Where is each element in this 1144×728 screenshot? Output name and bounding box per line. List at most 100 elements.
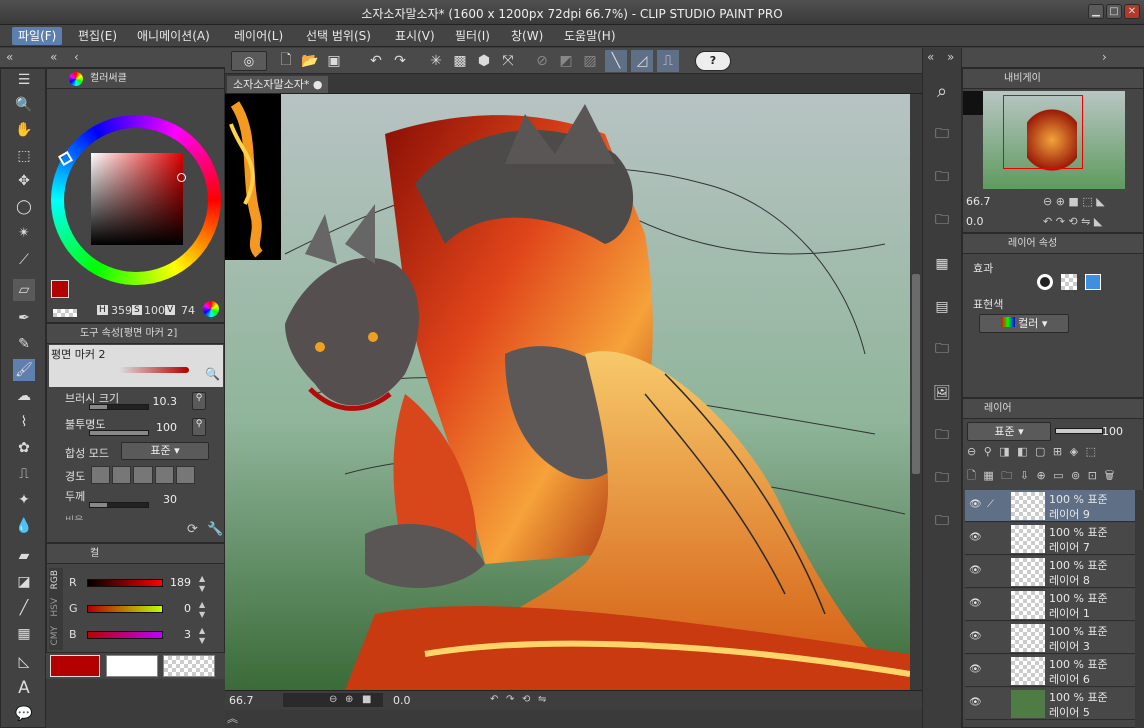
- menu-layer[interactable]: 레이어(L): [228, 27, 289, 45]
- save-icon[interactable]: ▣: [323, 50, 345, 72]
- move-layer-tool-icon[interactable]: ✥: [13, 170, 35, 192]
- transparent-color-indicator[interactable]: [163, 655, 215, 677]
- canvas-tab[interactable]: 소자소자말소자* ●: [227, 76, 329, 93]
- material-folder-icon-10[interactable]: 🗀: [931, 511, 953, 533]
- color-slider-tab[interactable]: 컬: [87, 546, 102, 562]
- layer-row[interactable]: 👁 ⟋ 100 % 표준 레이어 9: [965, 490, 1135, 522]
- brush-tool-icon[interactable]: ⌇: [13, 411, 35, 433]
- material-folder-icon-6[interactable]: 🗀: [931, 339, 953, 361]
- scale-icon[interactable]: ⤧: [497, 50, 519, 72]
- tab-close-icon[interactable]: ●: [313, 78, 323, 91]
- layer-row[interactable]: 👁 100 % 표준 레이어 1: [965, 589, 1135, 621]
- r-slider[interactable]: [87, 579, 163, 587]
- magic-wand-tool-icon[interactable]: ✴: [13, 222, 35, 244]
- frame-tool-icon[interactable]: ▦: [13, 623, 35, 645]
- redo-icon[interactable]: ↷: [389, 50, 411, 72]
- material-folder-icon-9[interactable]: 🗀: [931, 468, 953, 490]
- r-value[interactable]: 189: [165, 576, 191, 589]
- opacity-slider[interactable]: [89, 430, 149, 436]
- opacity-pressure-button[interactable]: ⚲: [192, 418, 206, 436]
- sparkle-tool-icon[interactable]: ✦: [13, 489, 35, 511]
- r-stepper[interactable]: ▲ ▼: [199, 574, 205, 594]
- clear-icon[interactable]: ✳: [425, 50, 447, 72]
- visibility-eye-icon[interactable]: 👁: [969, 598, 982, 609]
- blend-mode-select[interactable]: 표준 ▾: [121, 442, 209, 460]
- tone-effect-icon[interactable]: [1061, 274, 1077, 290]
- layer-row[interactable]: 👁 100 % 표준 레이어 3: [965, 622, 1135, 654]
- menu-animation[interactable]: 애니메이션(A): [131, 27, 216, 45]
- ruler-tool-icon[interactable]: ◺: [13, 651, 35, 673]
- layer-toolbar-row-2[interactable]: 🗋 ▦ 🗀 ⇩ ⊕ ▭ ⊚ ⊡ 🗑: [967, 467, 1143, 483]
- expression-color-select[interactable]: 컬러 ▾: [979, 314, 1069, 333]
- decoration-tool-icon[interactable]: ✿: [13, 437, 35, 459]
- menu-edit[interactable]: 편집(E): [72, 27, 123, 45]
- navigator-preview[interactable]: [983, 91, 1125, 189]
- stamp-tool-icon[interactable]: ⎍: [13, 463, 35, 485]
- minimize-button[interactable]: ▁: [1088, 4, 1104, 19]
- search-material-icon[interactable]: ⌕: [931, 80, 953, 102]
- visibility-eye-icon[interactable]: 👁: [969, 664, 982, 675]
- marker-tool-icon[interactable]: 🖌: [13, 359, 35, 381]
- color-wheel-tab[interactable]: 컬러써클: [87, 71, 130, 87]
- undo-icon[interactable]: ↶: [365, 50, 387, 72]
- hand-tool-icon[interactable]: ✋: [13, 119, 35, 141]
- gradient-tool-icon[interactable]: ◪: [13, 571, 35, 593]
- blend-tool-icon[interactable]: 💧: [13, 515, 35, 537]
- layer-list-scrollbar[interactable]: [1135, 490, 1144, 728]
- canvas-vscroll[interactable]: [910, 94, 922, 690]
- collapse-right-icon[interactable]: «: [927, 50, 934, 64]
- collapse-left-icon[interactable]: «: [6, 50, 13, 64]
- zoom-in-icon[interactable]: ⊕: [345, 694, 353, 705]
- lasso-tool-icon[interactable]: ◯: [13, 196, 35, 218]
- zoom-out-icon[interactable]: ⊖: [329, 694, 337, 705]
- tool-property-tab[interactable]: 도구 속성[평면 마커 2]: [77, 326, 180, 342]
- layer-opacity-slider[interactable]: [1055, 428, 1103, 434]
- material-folder-icon-1[interactable]: 🗀: [931, 124, 953, 146]
- hsv-mode-tab[interactable]: HSV: [50, 598, 60, 617]
- menu-filter[interactable]: 필터(I): [449, 27, 496, 45]
- menu-help[interactable]: 도움말(H): [558, 27, 622, 45]
- material-folder-icon-3[interactable]: 🗀: [931, 210, 953, 232]
- opacity-value[interactable]: 100: [147, 421, 177, 434]
- balloon-tool-icon[interactable]: 💬: [13, 703, 35, 725]
- b-stepper[interactable]: ▲ ▼: [199, 626, 205, 646]
- menu-selection[interactable]: 선택 범위(S): [300, 27, 377, 45]
- right-arrow-icon[interactable]: ›: [1102, 50, 1107, 64]
- menu-file[interactable]: 파일(F): [12, 27, 63, 45]
- expand-right-icon[interactable]: »: [947, 50, 954, 64]
- transparent-swatch[interactable]: [53, 309, 77, 317]
- selection-icon[interactable]: ▨: [579, 50, 601, 72]
- material-folder-icon-7[interactable]: 🖼: [931, 382, 953, 404]
- layer-opacity-value[interactable]: 100: [1101, 425, 1123, 438]
- brush-size-slider[interactable]: [89, 404, 149, 410]
- menu-view[interactable]: 표시(V): [389, 27, 441, 45]
- clip-studio-icon[interactable]: ◎: [231, 51, 267, 71]
- fill-icon[interactable]: ▩: [449, 50, 471, 72]
- navigator-angle-value[interactable]: 0.0: [966, 215, 984, 228]
- snap-ruler-icon[interactable]: ╲: [605, 50, 627, 72]
- visibility-eye-icon[interactable]: 👁: [969, 697, 982, 708]
- text-tool-icon[interactable]: A: [13, 677, 35, 699]
- b-value[interactable]: 3: [165, 628, 191, 641]
- visibility-eye-icon[interactable]: 👁: [969, 532, 982, 543]
- deselect-icon[interactable]: ⊘: [531, 50, 553, 72]
- navigator-viewport-frame[interactable]: [1003, 95, 1083, 169]
- close-button[interactable]: ✕: [1124, 4, 1140, 19]
- layer-blend-select[interactable]: 표준 ▾: [967, 422, 1051, 441]
- cmy-mode-tab[interactable]: CMY: [50, 626, 60, 646]
- sv-picker-handle[interactable]: [177, 173, 186, 182]
- brush-size-pressure-button[interactable]: ⚲: [192, 392, 206, 410]
- new-file-icon[interactable]: 🗋: [275, 50, 297, 72]
- tool-menu-icon[interactable]: ☰: [13, 69, 35, 91]
- navigator-zoom-value[interactable]: 66.7: [966, 195, 991, 208]
- navigator-zoom-buttons[interactable]: ⊖ ⊕ ■ ⬚ ◣: [1043, 195, 1105, 208]
- operation-tool-icon[interactable]: ⬚: [13, 145, 35, 167]
- snap-grid-icon[interactable]: ⎍: [657, 50, 679, 72]
- main-color-swatch[interactable]: [51, 280, 69, 298]
- transform-icon[interactable]: ⬢: [473, 50, 495, 72]
- help-icon[interactable]: ?: [695, 51, 731, 71]
- brush-size-value[interactable]: 10.3: [147, 395, 178, 408]
- navigator-rotate-buttons[interactable]: ↶ ↷ ⟲ ⇋ ◣: [1043, 215, 1102, 228]
- g-value[interactable]: 0: [165, 602, 191, 615]
- airbrush-tool-icon[interactable]: ☁: [13, 385, 35, 407]
